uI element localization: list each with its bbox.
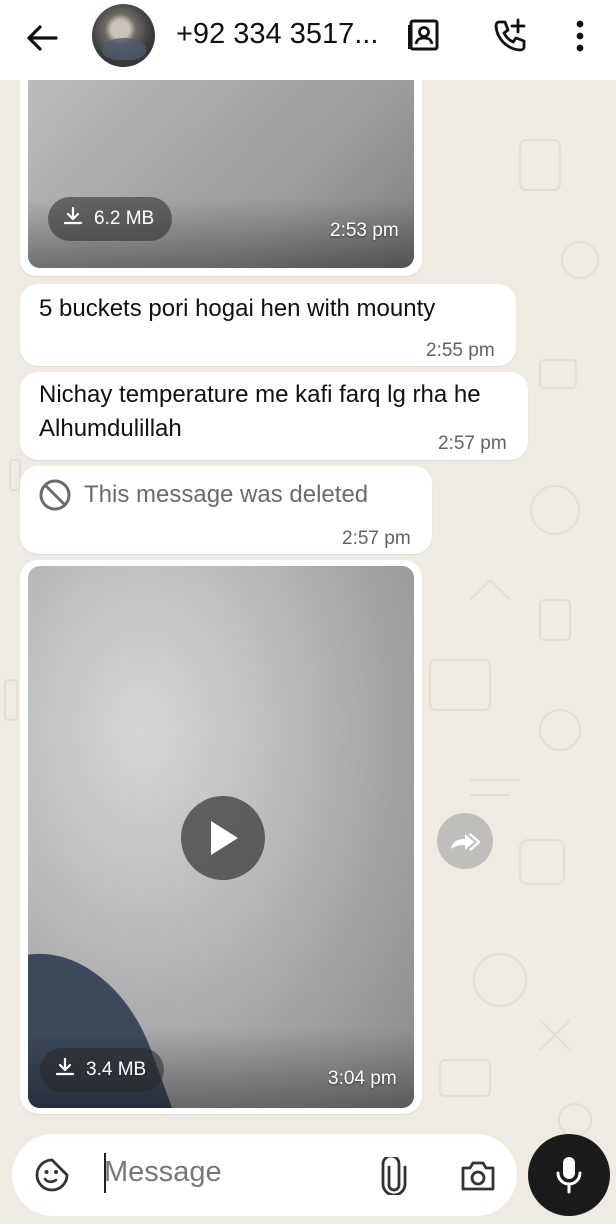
- forward-icon: [451, 833, 481, 851]
- message-time: 2:57 pm: [438, 433, 507, 454]
- download-icon: [54, 1056, 76, 1084]
- back-arrow-icon[interactable]: [22, 18, 62, 58]
- contact-name[interactable]: +92 334 3517...: [176, 18, 378, 51]
- message-time: 2:55 pm: [426, 340, 495, 361]
- chat-header: +92 334 3517...: [0, 0, 616, 80]
- video-thumbnail[interactable]: 6.2 MB 2:53 pm: [28, 80, 414, 268]
- message-text: 5 buckets pori hogai hen with mounty: [39, 295, 436, 322]
- add-call-icon[interactable]: [488, 14, 532, 58]
- text-message[interactable]: Nichay temperature me kafi farq lg rha h…: [20, 372, 528, 460]
- chat-area[interactable]: 6.2 MB 2:53 pm 5 buckets pori hogai hen …: [0, 80, 616, 1224]
- forward-button[interactable]: [437, 813, 493, 869]
- attach-icon[interactable]: [374, 1154, 414, 1198]
- message-time: 2:57 pm: [342, 528, 411, 549]
- message-time: 3:04 pm: [328, 1068, 397, 1089]
- message-input-bar[interactable]: Message: [12, 1134, 517, 1216]
- text-message[interactable]: 5 buckets pori hogai hen with mounty 2:5…: [20, 284, 516, 366]
- video-message[interactable]: 3.4 MB 3:04 pm: [20, 560, 422, 1114]
- play-icon: [211, 821, 238, 855]
- download-button[interactable]: 6.2 MB: [48, 197, 173, 241]
- file-size: 3.4 MB: [86, 1059, 147, 1080]
- sticker-icon[interactable]: [30, 1153, 74, 1197]
- deleted-text: This message was deleted: [84, 481, 369, 508]
- video-message[interactable]: 6.2 MB 2:53 pm: [20, 80, 422, 276]
- avatar[interactable]: [92, 4, 155, 67]
- message-time: 2:53 pm: [330, 220, 399, 241]
- contact-card-icon[interactable]: [402, 14, 446, 58]
- file-size: 6.2 MB: [94, 208, 155, 229]
- video-thumbnail[interactable]: 3.4 MB 3:04 pm: [28, 566, 414, 1108]
- message-input[interactable]: Message: [104, 1156, 222, 1189]
- deleted-icon: [38, 478, 72, 517]
- deleted-message[interactable]: This message was deleted 2:57 pm: [20, 466, 432, 554]
- more-vert-icon[interactable]: [558, 14, 602, 58]
- mic-button[interactable]: [528, 1134, 610, 1216]
- download-icon: [62, 205, 84, 233]
- download-button[interactable]: 3.4 MB: [40, 1048, 165, 1092]
- camera-icon[interactable]: [456, 1154, 500, 1198]
- mic-icon: [556, 1157, 582, 1194]
- play-button[interactable]: [181, 796, 265, 880]
